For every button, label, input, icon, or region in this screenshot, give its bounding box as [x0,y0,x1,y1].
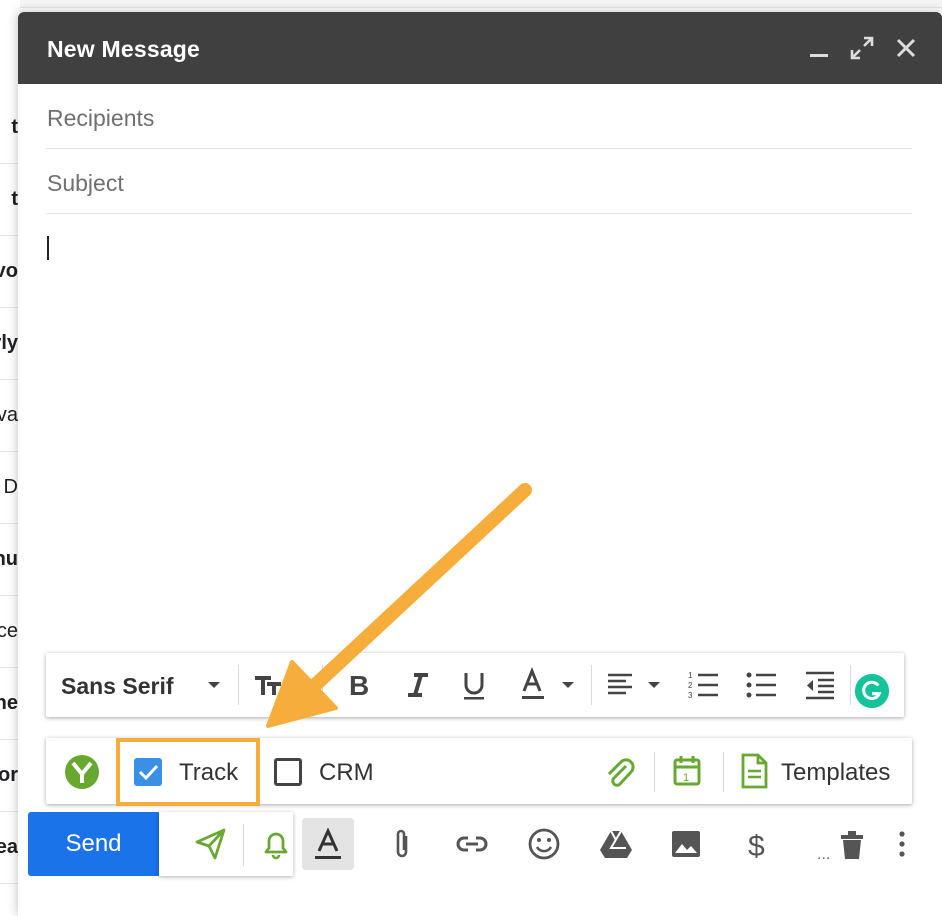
track-label[interactable]: Track [179,759,238,787]
send-button[interactable]: Send [28,812,159,876]
bold-icon[interactable]: B [342,667,378,703]
toolbar-divider [591,665,592,705]
inbox-row-text: va [0,404,18,426]
toolbar-divider [322,665,323,705]
inbox-list-background: t t vo rly va D hu ce ne or ea [0,0,20,916]
compose-title: New Message [47,36,201,62]
paperclip-icon[interactable] [602,756,636,790]
indent-less-icon[interactable] [802,667,838,703]
text-cursor [47,236,49,260]
font-family-select[interactable]: Sans Serif [61,673,174,700]
inbox-top-border [0,0,942,8]
inbox-row-text: D [3,476,18,498]
numbered-list-icon[interactable]: 1 2 3 [686,667,722,703]
toolbar-divider [243,824,244,866]
toolbar-divider [654,752,655,792]
send-later-icon[interactable] [193,826,229,862]
align-icon[interactable] [604,667,640,703]
text-size-icon[interactable] [252,667,288,703]
more-options-dots[interactable]: ... [817,846,830,864]
inbox-row[interactable]: D [0,452,20,524]
svg-text:1: 1 [688,671,693,680]
chevron-down-icon[interactable] [196,667,232,703]
inbox-row[interactable]: or [0,740,20,812]
svg-text:1: 1 [683,772,689,784]
templates-label[interactable]: Templates [781,759,890,787]
inbox-row-text: hu [0,548,18,570]
extension-toolbar: Track CRM 1 Templates [46,738,912,806]
toolbar-divider [238,665,239,705]
inbox-row[interactable]: ne [0,668,20,740]
inbox-row-text: vo [0,260,18,282]
calendar-icon[interactable]: 1 [671,754,703,788]
photo-icon[interactable] [668,826,704,862]
italic-icon[interactable] [400,667,436,703]
toolbar-divider [850,665,851,705]
svg-text:B: B [349,670,369,701]
inbox-row-text: ea [0,836,18,858]
minimize-icon[interactable] [806,34,834,62]
inbox-row[interactable]: ea [0,812,20,884]
svg-text:3: 3 [688,691,693,700]
svg-text:2: 2 [688,681,693,690]
inbox-row[interactable]: hu [0,524,20,596]
inbox-row[interactable]: ce [0,596,20,668]
svg-text:$: $ [748,830,765,862]
inbox-row[interactable]: t [0,164,20,236]
recipients-field[interactable]: Recipients [46,85,912,149]
inbox-row[interactable]: t [0,92,20,164]
document-icon[interactable] [739,753,769,789]
inbox-row-text: t [11,116,18,138]
close-icon[interactable] [892,34,920,62]
compose-header[interactable]: New Message [18,12,942,84]
underline-icon[interactable] [456,667,492,703]
formatting-icon[interactable] [310,826,346,862]
grammarly-icon[interactable] [854,673,890,709]
more-vert-icon[interactable] [884,826,920,862]
inbox-row-text: or [0,764,18,786]
compose-window: New Message Recipients Subject Sans Seri… [18,12,942,916]
expand-icon[interactable] [848,34,876,62]
inbox-row[interactable]: vo [0,236,20,308]
bell-icon[interactable] [258,826,294,862]
attach-icon[interactable] [384,826,420,862]
inbox-row[interactable]: rly [0,308,20,380]
formatting-toolbar: Sans Serif B 1 2 3 [46,653,904,717]
bulleted-list-icon[interactable] [744,667,780,703]
text-color-icon[interactable] [516,667,552,703]
crm-label[interactable]: CRM [319,759,374,787]
subject-field[interactable]: Subject [46,150,912,214]
inbox-row-text: ce [0,620,18,642]
chevron-down-icon[interactable] [636,667,672,703]
inbox-row[interactable]: va [0,380,20,452]
crm-checkbox[interactable] [274,758,302,786]
inbox-row-text: ne [0,692,18,714]
recipients-placeholder: Recipients [47,105,155,131]
inbox-row-text: rly [0,332,18,354]
chevron-down-icon[interactable] [550,667,586,703]
drive-icon[interactable] [598,826,634,862]
yesware-logo-icon[interactable] [64,754,100,790]
inbox-row-text: t [11,188,18,210]
emoji-icon[interactable] [526,826,562,862]
subject-placeholder: Subject [47,170,124,196]
checkmark-icon [138,764,159,781]
toolbar-divider [723,752,724,792]
link-icon[interactable] [454,826,490,862]
trash-icon[interactable] [834,826,870,862]
track-checkbox[interactable] [134,758,162,786]
dollar-icon[interactable]: $ [741,826,777,862]
